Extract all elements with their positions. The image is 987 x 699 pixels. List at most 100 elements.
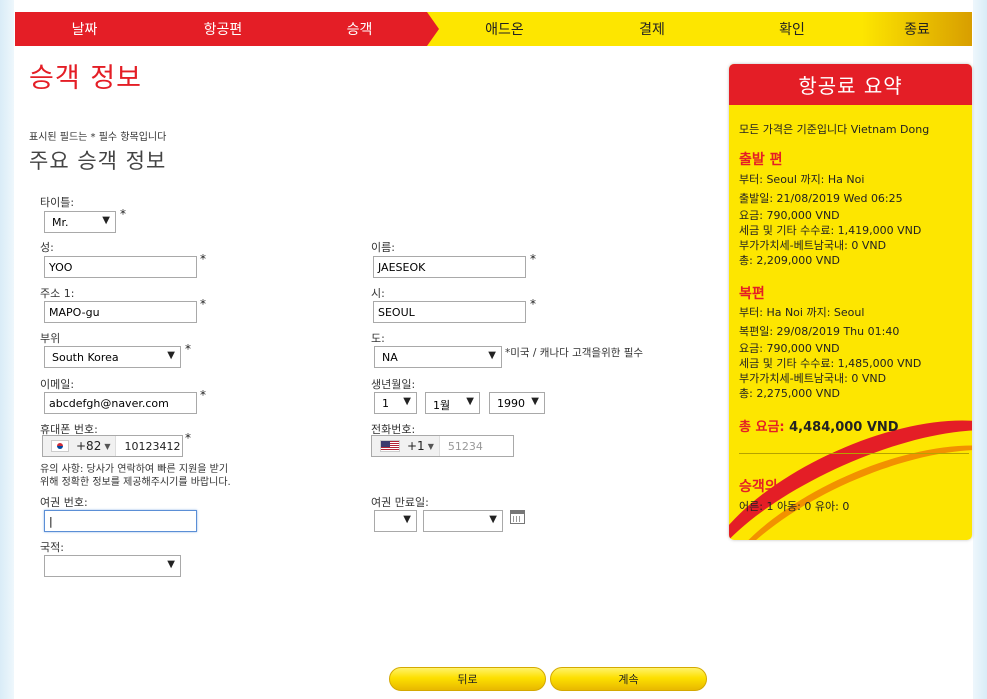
- email-label: 이메일:: [40, 378, 75, 391]
- required-mark: *: [200, 297, 206, 311]
- step-label: 애드온: [485, 22, 524, 38]
- nationality-select[interactable]: ▼: [44, 555, 181, 577]
- required-mark: *: [530, 252, 536, 266]
- state-label: 도:: [371, 332, 385, 345]
- dob-year-select[interactable]: 1990 ▼: [489, 392, 545, 414]
- dropdown-arrow-icon: ▼: [167, 350, 175, 361]
- state-value: NA: [382, 351, 398, 364]
- inbound-heading: 복편: [739, 286, 765, 302]
- required-mark: *: [120, 207, 126, 221]
- grand-total: 총 요금: 4,484,000 VND: [739, 416, 899, 435]
- outbound-heading: 출발 편: [739, 152, 783, 168]
- step-label: 종료: [904, 22, 930, 38]
- outbound-route: 부터: Seoul 까지: Ha Noi: [739, 173, 865, 186]
- dropdown-arrow-icon: ▼: [488, 350, 496, 361]
- state-required-note: *미국 / 캐나다 고객을위한 필수: [505, 347, 644, 359]
- city-label: 시:: [371, 287, 385, 300]
- dropdown-arrow-icon: ▼: [531, 396, 539, 407]
- step-flight[interactable]: 항공편: [154, 12, 292, 46]
- phone-country-code: +1: [407, 439, 425, 453]
- step-date[interactable]: 날짜: [15, 12, 154, 46]
- booking-progress-bar: 날짜 항공편 승객 애드온 결제 확인 종료: [15, 12, 972, 46]
- state-select[interactable]: NA ▼: [374, 346, 502, 368]
- passenger-counts: 어른: 1 아동: 0 유아: 0: [739, 500, 850, 513]
- currency-note: 모든 가격은 기준입니다 Vietnam Dong: [739, 123, 930, 136]
- nationality-label: 국적:: [40, 541, 64, 554]
- inbound-fare: 요금: 790,000 VND: [739, 342, 840, 355]
- dob-day-value: 1: [382, 397, 389, 410]
- fare-summary-panel: 항공료 요약 모든 가격은 기준입니다 Vietnam Dong 출발 편 부터…: [729, 64, 972, 540]
- inbound-date: 복편일: 29/08/2019 Thu 01:40: [739, 325, 900, 338]
- title-select[interactable]: Mr. ▼: [44, 211, 116, 233]
- dropdown-arrow-icon: ▼: [167, 559, 175, 570]
- mobile-input[interactable]: +82 ▼ 10123412: [42, 435, 183, 457]
- passport-expiry-label: 여권 만료일:: [371, 496, 429, 509]
- passport-input[interactable]: |: [44, 510, 197, 532]
- step-label: 승객: [346, 22, 373, 38]
- dropdown-arrow-icon: ▼: [489, 514, 497, 525]
- required-fields-note: 표시된 필드는 * 필수 항목입니다: [29, 132, 167, 143]
- inbound-tax: 세금 및 기타 수수료: 1,485,000 VND: [739, 357, 922, 370]
- required-mark: *: [200, 252, 206, 266]
- address-input[interactable]: MAPO-gu: [44, 301, 197, 323]
- step-finish: 종료: [862, 12, 972, 46]
- passport-expiry-month-select[interactable]: ▼: [423, 510, 503, 532]
- title-label: 타이틀:: [40, 196, 75, 209]
- calendar-icon[interactable]: [510, 510, 525, 524]
- mobile-number: 10123412: [124, 439, 181, 453]
- inbound-total: 총: 2,275,000 VND: [739, 387, 841, 400]
- step-label: 결제: [639, 22, 665, 38]
- dropdown-arrow-icon: ▼: [466, 396, 474, 407]
- city-input[interactable]: SEOUL: [373, 301, 526, 323]
- country-label: 부위: [40, 332, 61, 345]
- last-name-input[interactable]: YOO: [44, 256, 197, 278]
- phone-input[interactable]: +1 ▼ 51234: [371, 435, 514, 457]
- dob-month-select[interactable]: 1월 ▼: [425, 392, 480, 414]
- us-flag-icon: [380, 440, 400, 452]
- email-input[interactable]: abcdefgh@naver.com: [44, 392, 197, 414]
- inbound-route: 부터: Ha Noi 까지: Seoul: [739, 306, 865, 319]
- phone-placeholder: 51234: [447, 439, 483, 453]
- title-value: Mr.: [52, 216, 69, 229]
- country-code-picker[interactable]: +82 ▼: [43, 436, 117, 456]
- country-value: South Korea: [52, 351, 119, 364]
- address-label: 주소 1:: [40, 287, 75, 300]
- inbound-vat: 부가가치세-베트남국내: 0 VND: [739, 372, 887, 385]
- first-name-label: 이름:: [371, 241, 395, 254]
- korea-flag-icon: [51, 440, 69, 452]
- first-name-input[interactable]: JAESEOK: [373, 256, 526, 278]
- summary-divider: [739, 453, 969, 454]
- section-title: 주요 승객 정보: [29, 149, 167, 173]
- outbound-fare: 요금: 790,000 VND: [739, 209, 840, 222]
- outbound-vat: 부가가치세-베트남국내: 0 VND: [739, 239, 887, 252]
- country-select[interactable]: South Korea ▼: [44, 346, 181, 368]
- grand-total-value: 4,484,000 VND: [789, 420, 899, 435]
- continue-button[interactable]: 계속: [550, 667, 707, 691]
- back-button[interactable]: 뒤로: [389, 667, 546, 691]
- step-label: 날짜: [71, 22, 98, 38]
- grand-total-label: 총 요금:: [739, 420, 785, 435]
- caret-down-icon: ▼: [427, 441, 434, 451]
- dob-month-value: 1월: [433, 399, 451, 412]
- outbound-total: 총: 2,209,000 VND: [739, 254, 841, 267]
- mobile-country-code: +82: [76, 439, 102, 453]
- dob-label: 생년월일:: [371, 378, 416, 391]
- caret-down-icon: ▼: [104, 441, 111, 451]
- required-mark: *: [185, 342, 191, 356]
- step-label: 항공편: [203, 22, 243, 38]
- dob-day-select[interactable]: 1 ▼: [374, 392, 417, 414]
- outbound-tax: 세금 및 기타 수수료: 1,419,000 VND: [739, 224, 922, 237]
- dropdown-arrow-icon: ▼: [403, 396, 411, 407]
- outbound-date: 출발일: 21/08/2019 Wed 06:25: [739, 192, 903, 205]
- country-code-picker[interactable]: +1 ▼: [372, 436, 440, 456]
- required-mark: *: [185, 431, 191, 445]
- step-payment: 결제: [582, 12, 722, 46]
- dropdown-arrow-icon: ▼: [102, 215, 110, 226]
- passport-expiry-day-select[interactable]: ▼: [374, 510, 417, 532]
- passport-label: 여권 번호:: [40, 496, 88, 509]
- fare-summary-title: 항공료 요약: [729, 64, 972, 105]
- page-title: 승객 정보: [29, 63, 142, 94]
- step-confirm: 확인: [722, 12, 862, 46]
- mobile-hint-line2: 위해 정확한 정보를 제공해주시기를 바랍니다.: [40, 477, 231, 488]
- dob-year-value: 1990: [497, 397, 525, 410]
